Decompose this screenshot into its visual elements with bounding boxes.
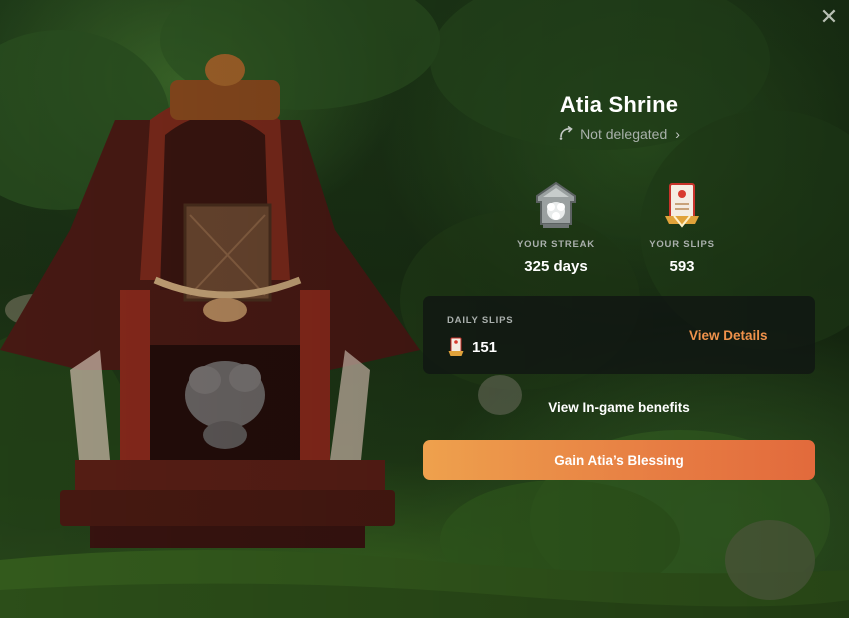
streak-value: 325 days — [524, 258, 588, 275]
slips-value: 593 — [669, 258, 695, 275]
chevron-right-icon: › — [675, 126, 680, 142]
close-button[interactable]: ✕ — [818, 6, 840, 28]
daily-slips-card: DAILY SLIPS 151 View Details — [423, 296, 815, 374]
slip-scroll-icon — [448, 337, 464, 356]
shrine-scene: ✕ Atia Shrine Not delegated › YOUR STREA… — [0, 0, 849, 618]
daily-slips-label: DAILY SLIPS — [447, 315, 514, 326]
slip-scroll-icon — [665, 183, 699, 228]
delegate-arrow-icon — [558, 125, 574, 144]
gain-blessing-button[interactable]: Gain Atia’s Blessing — [423, 440, 815, 480]
streak-stat: YOUR STREAK 325 days — [496, 180, 616, 275]
view-ingame-benefits-link[interactable]: View In-game benefits — [422, 400, 816, 415]
close-icon: ✕ — [819, 4, 839, 29]
daily-slips-count: 151 — [472, 338, 498, 356]
daily-slips-count-row: 151 — [448, 336, 497, 358]
slips-stat: YOUR SLIPS 593 — [622, 180, 742, 275]
slips-label: YOUR SLIPS — [649, 239, 715, 250]
delegation-status-text: Not delegated — [580, 126, 668, 142]
view-details-link[interactable]: View Details — [689, 328, 768, 343]
shrine-info-panel: Atia Shrine Not delegated › YOUR STREAK … — [422, 0, 816, 618]
delegation-status-link[interactable]: Not delegated › — [422, 125, 816, 144]
streak-label: YOUR STREAK — [517, 239, 595, 250]
shrine-title: Atia Shrine — [559, 92, 679, 117]
shrine-badge-icon — [536, 181, 576, 228]
